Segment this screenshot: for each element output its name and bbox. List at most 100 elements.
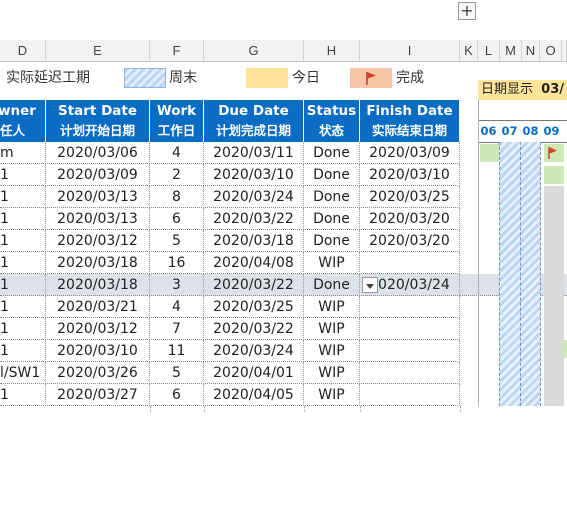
- cell-status[interactable]: WIP: [304, 318, 360, 340]
- column-header-k[interactable]: K: [460, 40, 478, 62]
- column-header-i[interactable]: I: [360, 40, 460, 62]
- cell-start[interactable]: 2020/03/09: [46, 164, 150, 186]
- cell-start[interactable]: 2020/03/18: [46, 252, 150, 274]
- cell-status[interactable]: WIP: [304, 384, 360, 406]
- cell-owner[interactable]: 1: [0, 164, 46, 186]
- table-row[interactable]: 1 2020/03/12 7 2020/03/22 WIP: [0, 318, 460, 340]
- cell-status[interactable]: Done: [304, 164, 360, 186]
- cell-work[interactable]: 6: [150, 208, 204, 230]
- cell-due[interactable]: 2020/03/22: [204, 208, 304, 230]
- cell-status[interactable]: Done: [304, 230, 360, 252]
- column-header-d[interactable]: D: [0, 40, 46, 62]
- date-display-field[interactable]: 日期显示 03/: [478, 80, 567, 100]
- cell-start[interactable]: 2020/03/13: [46, 186, 150, 208]
- cell-work[interactable]: 4: [150, 296, 204, 318]
- cell-status[interactable]: WIP: [304, 362, 360, 384]
- cell-work[interactable]: 4: [150, 142, 204, 164]
- cell-work[interactable]: 6: [150, 384, 204, 406]
- cell-owner[interactable]: 1: [0, 252, 46, 274]
- column-header-o[interactable]: O: [540, 40, 562, 62]
- cell-start[interactable]: 2020/03/10: [46, 340, 150, 362]
- column-header-e[interactable]: E: [46, 40, 150, 62]
- column-header-n[interactable]: N: [522, 40, 540, 62]
- column-header-h[interactable]: H: [304, 40, 360, 62]
- cell-work[interactable]: 5: [150, 230, 204, 252]
- cell-due[interactable]: 2020/03/11: [204, 142, 304, 164]
- cell-finish[interactable]: 2020/03/20: [360, 230, 460, 252]
- cell-start[interactable]: 2020/03/06: [46, 142, 150, 164]
- table-row[interactable]: 1 2020/03/13 8 2020/03/24 Done 2020/03/25: [0, 186, 460, 208]
- column-header-f[interactable]: F: [150, 40, 204, 62]
- cell-due[interactable]: 2020/03/24: [204, 340, 304, 362]
- cell-start[interactable]: 2020/03/12: [46, 230, 150, 252]
- cell-finish[interactable]: [360, 384, 460, 406]
- cell-due[interactable]: 2020/04/08: [204, 252, 304, 274]
- cell-status[interactable]: Done: [304, 142, 360, 164]
- cell-finish[interactable]: 2020/03/09: [360, 142, 460, 164]
- cell-finish[interactable]: 2020/03/20: [360, 208, 460, 230]
- column-header-m[interactable]: M: [500, 40, 522, 62]
- column-header-g[interactable]: G: [204, 40, 304, 62]
- cell-start[interactable]: 2020/03/13: [46, 208, 150, 230]
- header-title-zh: 状态: [318, 123, 344, 138]
- cell-finish[interactable]: [360, 362, 460, 384]
- table-row[interactable]: 1 2020/03/18 16 2020/04/08 WIP: [0, 252, 460, 274]
- cell-work[interactable]: 7: [150, 318, 204, 340]
- cell-finish[interactable]: [360, 318, 460, 340]
- cell-due[interactable]: 2020/03/22: [204, 274, 304, 296]
- cell-due[interactable]: 2020/03/24: [204, 186, 304, 208]
- cell-owner[interactable]: 1: [0, 318, 46, 340]
- cell-work[interactable]: 16: [150, 252, 204, 274]
- cell-due[interactable]: 2020/03/10: [204, 164, 304, 186]
- cell-finish[interactable]: [360, 252, 460, 274]
- cell-status[interactable]: Done: [304, 208, 360, 230]
- cell-owner[interactable]: 1: [0, 340, 46, 362]
- expand-button[interactable]: +: [458, 2, 476, 20]
- table-row[interactable]: m 2020/03/06 4 2020/03/11 Done 2020/03/09: [0, 142, 460, 164]
- table-row[interactable]: 1 2020/03/13 6 2020/03/22 Done 2020/03/20: [0, 208, 460, 230]
- table-row[interactable]: 1 2020/03/18 3 2020/03/22 Done 2020/03/24: [0, 274, 460, 296]
- header-col-1: Start Date 计划开始日期: [46, 100, 150, 142]
- cell-start[interactable]: 2020/03/12: [46, 318, 150, 340]
- table-row[interactable]: 1 2020/03/27 6 2020/04/05 WIP: [0, 384, 460, 406]
- cell-owner[interactable]: m: [0, 142, 46, 164]
- cell-work[interactable]: 5: [150, 362, 204, 384]
- cell-status[interactable]: Done: [304, 186, 360, 208]
- cell-start[interactable]: 2020/03/18: [46, 274, 150, 296]
- column-header-l[interactable]: L: [478, 40, 500, 62]
- cell-finish[interactable]: [360, 296, 460, 318]
- cell-status[interactable]: WIP: [304, 252, 360, 274]
- cell-start[interactable]: 2020/03/21: [46, 296, 150, 318]
- cell-work[interactable]: 11: [150, 340, 204, 362]
- cell-work[interactable]: 3: [150, 274, 204, 296]
- header-title-en: wner: [0, 103, 36, 119]
- cell-work[interactable]: 8: [150, 186, 204, 208]
- cell-owner[interactable]: 1: [0, 384, 46, 406]
- table-row[interactable]: 1 2020/03/09 2 2020/03/10 Done 2020/03/10: [0, 164, 460, 186]
- cell-start[interactable]: 2020/03/26: [46, 362, 150, 384]
- cell-owner[interactable]: 1: [0, 296, 46, 318]
- table-row[interactable]: 1 2020/03/12 5 2020/03/18 Done 2020/03/20: [0, 230, 460, 252]
- cell-due[interactable]: 2020/03/22: [204, 318, 304, 340]
- cell-due[interactable]: 2020/03/18: [204, 230, 304, 252]
- cell-owner[interactable]: 1: [0, 274, 46, 296]
- table-row[interactable]: l/SW1 2020/03/26 5 2020/04/01 WIP: [0, 362, 460, 384]
- cell-owner[interactable]: 1: [0, 230, 46, 252]
- cell-due[interactable]: 2020/04/05: [204, 384, 304, 406]
- cell-due[interactable]: 2020/04/01: [204, 362, 304, 384]
- cell-due[interactable]: 2020/03/25: [204, 296, 304, 318]
- table-row[interactable]: 1 2020/03/21 4 2020/03/25 WIP: [0, 296, 460, 318]
- cell-owner[interactable]: 1: [0, 186, 46, 208]
- status-dropdown-button[interactable]: [362, 277, 378, 293]
- cell-status[interactable]: WIP: [304, 296, 360, 318]
- cell-finish[interactable]: 2020/03/10: [360, 164, 460, 186]
- cell-owner[interactable]: 1: [0, 208, 46, 230]
- cell-status[interactable]: WIP: [304, 340, 360, 362]
- table-row[interactable]: 1 2020/03/10 11 2020/03/24 WIP: [0, 340, 460, 362]
- cell-status[interactable]: Done: [304, 274, 360, 296]
- cell-owner[interactable]: l/SW1: [0, 362, 46, 384]
- cell-start[interactable]: 2020/03/27: [46, 384, 150, 406]
- cell-work[interactable]: 2: [150, 164, 204, 186]
- cell-finish[interactable]: [360, 340, 460, 362]
- cell-finish[interactable]: 2020/03/25: [360, 186, 460, 208]
